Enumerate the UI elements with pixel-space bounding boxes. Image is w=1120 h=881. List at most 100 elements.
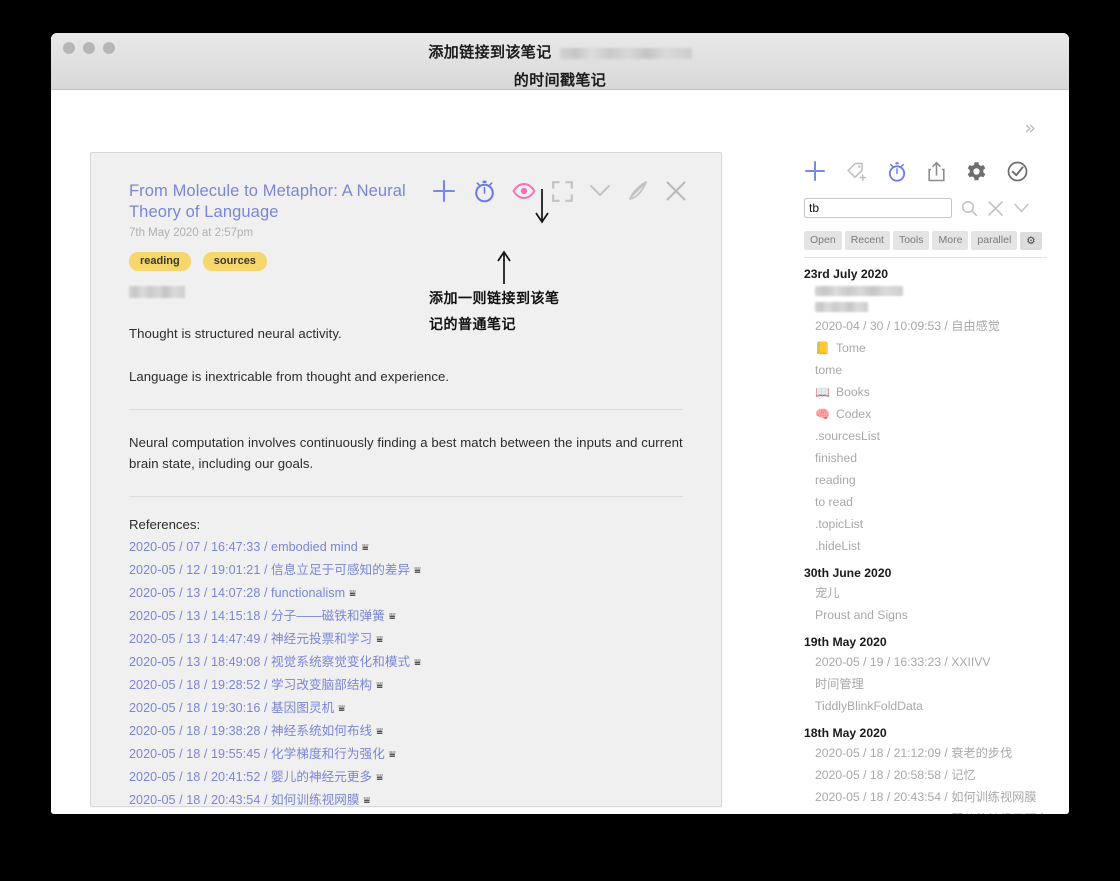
tag-sources[interactable]: sources (202, 252, 267, 271)
fold-icon[interactable]: ⩸ (414, 656, 421, 669)
fold-icon[interactable]: ⩸ (349, 587, 356, 600)
list-item-label: reading (815, 473, 856, 487)
chevron-down-icon[interactable] (589, 183, 611, 199)
sidebar-list-item[interactable]: 2020-05 / 19 / 16:33:23 / XXIIVV (804, 651, 1058, 673)
reference-link[interactable]: 2020-05 / 13 / 14:47:49 / 神经元投票和学习 ⩸ (129, 632, 683, 647)
plus-icon[interactable] (804, 160, 826, 182)
sidebar-list-item[interactable]: 2020-05 / 18 / 20:43:54 / 如何训练视网膜 (804, 786, 1058, 808)
tag-reading[interactable]: reading (129, 252, 191, 271)
chevron-down-icon[interactable] (1013, 202, 1030, 214)
sidebar-list-item[interactable]: 宠儿 (804, 582, 1058, 604)
reference-link[interactable]: 2020-05 / 07 / 16:47:33 / embodied mind ⩸ (129, 540, 683, 555)
edit-icon[interactable] (627, 180, 649, 202)
reference-label: 2020-05 / 18 / 20:43:54 / 如何训练视网膜 (129, 793, 360, 807)
gear-icon[interactable] (966, 161, 987, 182)
reference-label: 2020-05 / 18 / 20:41:52 / 婴儿的神经元更多 (129, 770, 373, 784)
sidebar-list-item[interactable]: to read (804, 491, 1058, 513)
reference-link[interactable]: 2020-05 / 18 / 20:41:52 / 婴儿的神经元更多 ⩸ (129, 770, 683, 785)
sidebar-list-item[interactable]: .hideList (804, 535, 1058, 557)
sidebar-list-item[interactable]: tome (804, 359, 1058, 381)
reference-link[interactable]: 2020-05 / 18 / 20:43:54 / 如何训练视网膜 ⩸ (129, 793, 683, 807)
sidebar-list-item[interactable]: 2020-05 / 18 / 21:12:09 / 衰老的步伐 (804, 742, 1058, 764)
reference-link[interactable]: 2020-05 / 18 / 19:28:52 / 学习改变脑部结构 ⩸ (129, 678, 683, 693)
references-label: References: (129, 517, 201, 532)
upload-icon[interactable] (927, 161, 946, 182)
sidebar-list-item[interactable]: 🧠 Codex (804, 403, 1058, 425)
fullscreen-icon[interactable] (552, 180, 573, 202)
sidebar-list-item[interactable]: 2020-05 / 18 / 20:58:58 / 记忆 (804, 764, 1058, 786)
note-panel: From Molecule to Metaphor: A Neural Theo… (90, 152, 722, 807)
fold-icon[interactable]: ⩸ (376, 771, 383, 784)
fold-icon[interactable]: ⩸ (389, 610, 396, 623)
list-item-label: Proust and Signs (815, 608, 908, 622)
list-item-emoji-icon: 📖 (815, 385, 830, 399)
reference-link[interactable]: 2020-05 / 13 / 14:15:18 / 分子——磁铁和弹簧 ⩸ (129, 609, 683, 624)
fold-icon[interactable]: ⩸ (389, 748, 396, 761)
sidebar-list-item[interactable] (804, 283, 1058, 299)
reference-link[interactable]: 2020-05 / 13 / 14:07:28 / functionalism ⩸ (129, 586, 683, 601)
reference-label: 2020-05 / 18 / 19:30:16 / 基因图灵机 (129, 701, 335, 715)
note-toolbar (431, 178, 687, 204)
divider (129, 409, 683, 410)
reference-label: 2020-05 / 13 / 18:49:08 / 视觉系统察觉变化和模式 (129, 655, 411, 669)
app-window: 添加链接到该笔记 的时间戳笔记 » From Molecule to Metap… (51, 33, 1069, 814)
sidebar-list-item[interactable]: Proust and Signs (804, 604, 1058, 626)
reference-link[interactable]: 2020-05 / 13 / 18:49:08 / 视觉系统察觉变化和模式 ⩸ (129, 655, 683, 670)
sidebar-list-item[interactable]: reading (804, 469, 1058, 491)
sidebar-tab-tools[interactable]: Tools (892, 231, 930, 250)
fold-icon[interactable]: ⩸ (376, 679, 383, 692)
reference-link[interactable]: 2020-05 / 18 / 19:55:45 / 化学梯度和行为强化 ⩸ (129, 747, 683, 762)
fold-icon[interactable]: ⩸ (376, 633, 383, 646)
sidebar-tab-open[interactable]: Open (804, 231, 842, 250)
sidebar-tab-recent[interactable]: Recent (844, 231, 890, 250)
list-item-label: 2020-05 / 18 / 20:43:54 / 如何训练视网膜 (815, 790, 1037, 804)
expand-chevron-icon[interactable]: » (1024, 119, 1036, 138)
note-paragraph-3: Neural computation involves continuously… (129, 435, 683, 471)
fold-icon[interactable]: ⩸ (338, 702, 345, 715)
sidebar-list-item[interactable]: 📒 Tome (804, 337, 1058, 359)
annotation-plain-note-line2: 记的普通笔记 (429, 316, 516, 332)
stopwatch-icon[interactable] (473, 179, 496, 203)
fold-icon[interactable]: ⩸ (364, 794, 371, 806)
fold-icon[interactable]: ⩸ (376, 725, 383, 738)
note-title[interactable]: From Molecule to Metaphor: A Neural Theo… (129, 181, 429, 223)
list-item-label: Books (835, 385, 870, 399)
fold-icon[interactable]: ⩸ (414, 564, 421, 577)
sidebar-tab-more[interactable]: More (932, 231, 969, 250)
sidebar-list-item[interactable]: finished (804, 447, 1058, 469)
reference-link[interactable]: 2020-05 / 18 / 19:30:16 / 基因图灵机 ⩸ (129, 701, 683, 716)
sidebar-tab-parallel[interactable]: parallel (971, 231, 1018, 250)
fold-icon[interactable]: ⩸ (362, 541, 369, 554)
redaction-bar (815, 286, 903, 296)
references-list: 2020-05 / 07 / 16:47:33 / embodied mind ⩸… (129, 540, 683, 807)
sidebar-list-item[interactable]: .sourcesList (804, 425, 1058, 447)
new-tiddler-tag-icon[interactable] (846, 161, 867, 181)
sidebar-list-item[interactable]: 📖 Books (804, 381, 1058, 403)
reference-link[interactable]: 2020-05 / 12 / 19:01:21 / 信息立足于可感知的差异 ⩸ (129, 563, 683, 578)
sidebar-list-item[interactable]: 2020-04 / 30 / 10:09:53 / 自由感觉 (804, 315, 1058, 337)
sidebar-tabs: Open Recent Tools More parallel ⚙ (758, 218, 1058, 250)
reference-label: 2020-05 / 12 / 19:01:21 / 信息立足于可感知的差异 (129, 563, 411, 577)
list-item-label: 2020-05 / 19 / 16:33:23 / XXIIVV (815, 655, 991, 669)
search-input[interactable] (804, 198, 952, 218)
reference-label: 2020-05 / 18 / 19:28:52 / 学习改变脑部结构 (129, 678, 373, 692)
sidebar-list-item[interactable]: .topicList (804, 513, 1058, 535)
reference-label: 2020-05 / 07 / 16:47:33 / embodied mind (129, 540, 358, 554)
stopwatch-icon[interactable] (887, 161, 907, 182)
search-icon[interactable] (961, 200, 978, 217)
clear-icon[interactable] (987, 200, 1004, 217)
plus-icon[interactable] (431, 178, 457, 204)
sidebar-list-item[interactable]: 2020-05 / 18 / 20:41:52 / 婴儿的神经元更多 (804, 808, 1058, 814)
sidebar-day-header: 23rd July 2020 (804, 267, 889, 281)
close-icon[interactable] (665, 180, 687, 202)
sidebar-tabs-gear-icon[interactable]: ⚙ (1020, 231, 1042, 250)
annotation-arrow-down (531, 188, 553, 226)
reference-link[interactable]: 2020-05 / 18 / 19:38:28 / 神经系统如何布线 ⩸ (129, 724, 683, 739)
sidebar-list-item[interactable]: TiddlyBlinkFoldData (804, 695, 1058, 717)
list-item-label: .topicList (815, 517, 864, 531)
sidebar-list-item[interactable]: 时间管理 (804, 673, 1058, 695)
list-item-label: .hideList (815, 539, 861, 553)
sidebar-list-item[interactable] (804, 299, 1058, 315)
window-body: » From Molecule to Metaphor: A Neural Th… (51, 90, 1069, 814)
check-circle-icon[interactable] (1007, 161, 1028, 182)
